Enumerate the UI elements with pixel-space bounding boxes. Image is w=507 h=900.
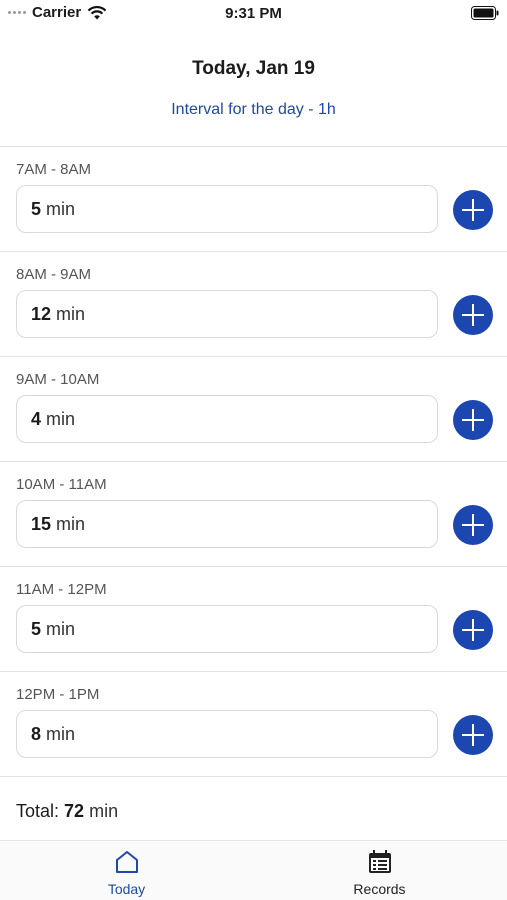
tab-records[interactable]: Records xyxy=(253,841,506,900)
add-button[interactable] xyxy=(453,610,493,650)
interval-row: 9AM - 10AM 4 min xyxy=(0,357,507,461)
minutes-unit: min xyxy=(46,618,76,639)
tab-bar: Today Records xyxy=(0,840,507,900)
calendar-icon xyxy=(368,850,391,873)
header: Today, Jan 19 Interval for the day - 1h xyxy=(0,40,507,120)
add-button[interactable] xyxy=(453,295,493,335)
minutes-value: 5 xyxy=(31,198,42,219)
tab-today-label: Today xyxy=(107,881,146,897)
add-button[interactable] xyxy=(453,505,493,545)
interval-row: 10AM - 11AM 15 min xyxy=(0,462,507,566)
interval-row: 7AM - 8AM 5 min xyxy=(0,147,507,251)
interval-label: 9AM - 10AM xyxy=(16,371,100,388)
interval-label: 11AM - 12PM xyxy=(16,581,107,598)
minutes-value: 12 xyxy=(31,303,52,324)
minutes-unit: min xyxy=(46,198,76,219)
total-summary: Total: 72 min xyxy=(16,801,118,822)
minutes-unit: min xyxy=(46,723,76,744)
total-unit: min xyxy=(89,801,119,821)
total-value: 72 xyxy=(64,801,85,821)
add-button[interactable] xyxy=(453,400,493,440)
tab-records-label: Records xyxy=(353,881,406,897)
status-bar: Carrier 9:31 PM xyxy=(0,0,507,28)
tab-today[interactable]: Today xyxy=(0,841,253,900)
battery-icon xyxy=(471,6,499,20)
minutes-field[interactable]: 15 min xyxy=(16,500,438,548)
minutes-value: 5 xyxy=(31,618,42,639)
minutes-field[interactable]: 5 min xyxy=(16,605,438,653)
interval-row: 12PM - 1PM 8 min xyxy=(0,672,507,776)
page-title: Today, Jan 19 xyxy=(192,58,315,79)
interval-row: 11AM - 12PM 5 min xyxy=(0,567,507,671)
minutes-unit: min xyxy=(56,303,86,324)
interval-row: 8AM - 9AM 12 min xyxy=(0,252,507,356)
total-label: Total: xyxy=(16,801,60,821)
minutes-value: 4 xyxy=(31,408,42,429)
add-button[interactable] xyxy=(453,715,493,755)
status-time: 9:31 PM xyxy=(225,5,282,22)
minutes-field[interactable]: 8 min xyxy=(16,710,438,758)
minutes-unit: min xyxy=(46,408,76,429)
minutes-unit: min xyxy=(56,513,86,534)
interval-setting-link[interactable]: Interval for the day - 1h xyxy=(0,100,507,120)
minutes-field[interactable]: 4 min xyxy=(16,395,438,443)
minutes-value: 15 xyxy=(31,513,52,534)
minutes-field[interactable]: 12 min xyxy=(16,290,438,338)
interval-label: 7AM - 8AM xyxy=(16,161,92,178)
interval-label: 12PM - 1PM xyxy=(16,686,100,703)
minutes-value: 8 xyxy=(31,723,42,744)
home-icon xyxy=(115,851,138,873)
divider xyxy=(0,776,507,777)
minutes-field[interactable]: 5 min xyxy=(16,185,438,233)
interval-label: 8AM - 9AM xyxy=(16,266,92,283)
interval-label: 10AM - 11AM xyxy=(16,476,107,493)
add-button[interactable] xyxy=(453,190,493,230)
